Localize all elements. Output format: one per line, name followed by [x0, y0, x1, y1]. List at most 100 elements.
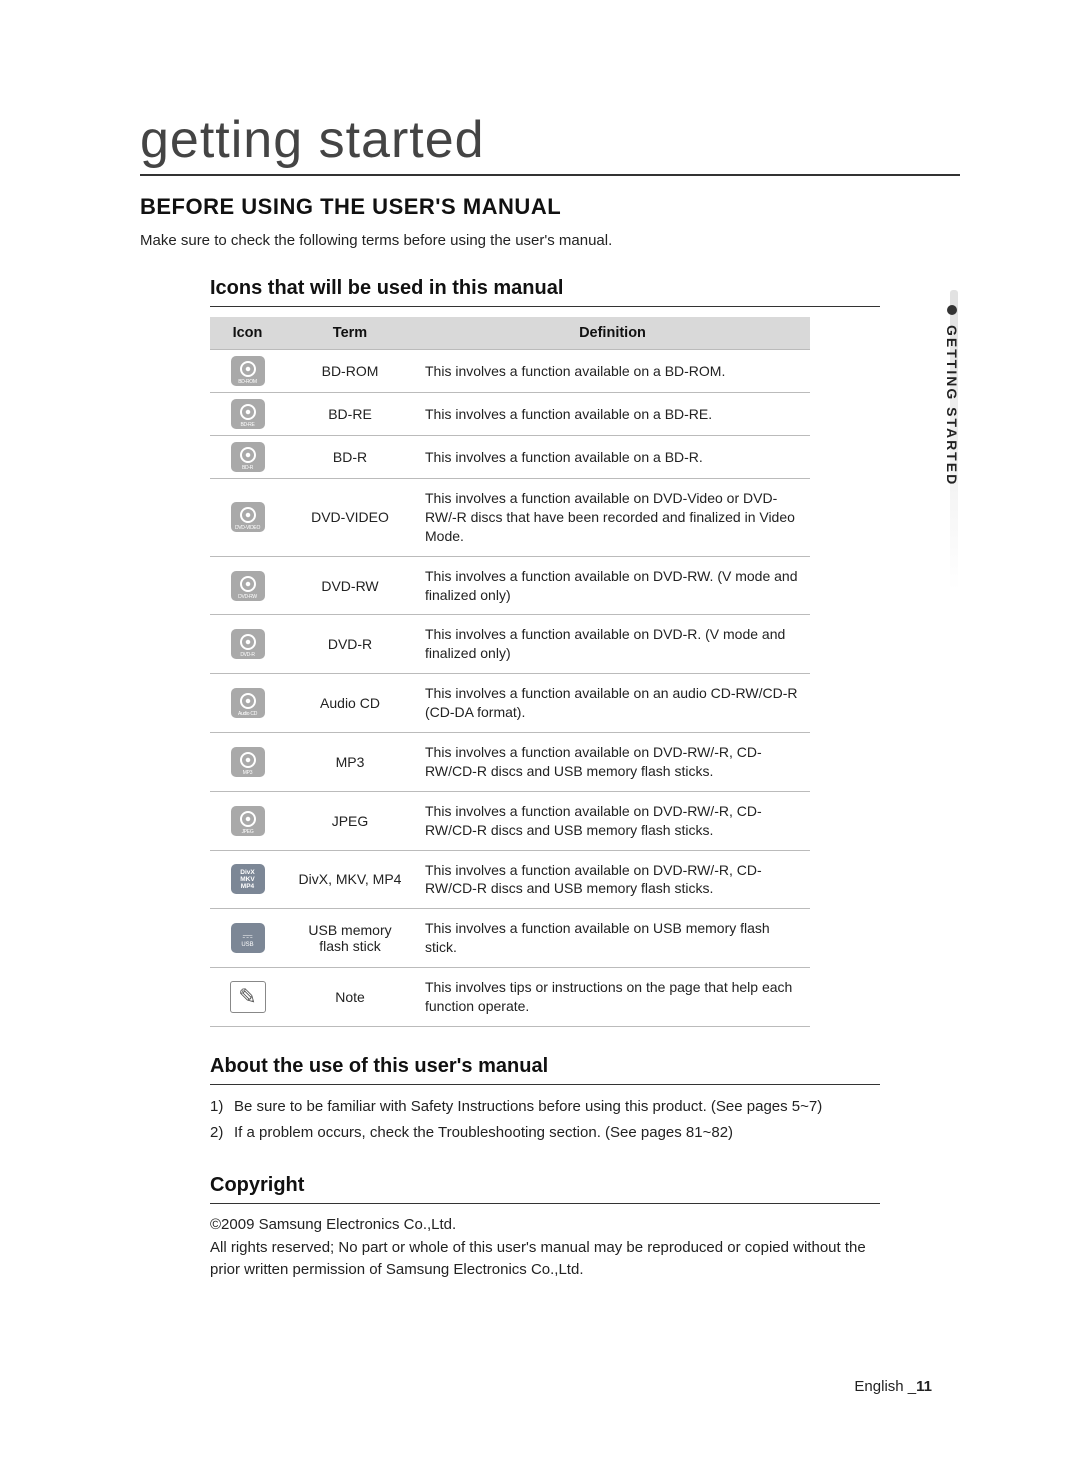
- definition-cell: This involves a function available on a …: [415, 350, 810, 393]
- list-item-text: If a problem occurs, check the Troublesh…: [234, 1124, 733, 1141]
- manual-page: getting started BEFORE USING THE USER'S …: [0, 0, 1080, 1477]
- copyright-subheading: Copyright: [210, 1174, 880, 1204]
- page-heading: BEFORE USING THE USER'S MANUAL: [140, 194, 960, 220]
- definition-cell: This involves tips or instructions on th…: [415, 968, 810, 1027]
- icon-cell: BD-R: [210, 436, 285, 479]
- definition-cell: This involves a function available on a …: [415, 393, 810, 436]
- disc-icon-label: MP3: [231, 771, 265, 776]
- disc-icon: BD-RE: [231, 399, 265, 429]
- table-row: DVD-RDVD-RThis involves a function avail…: [210, 615, 810, 674]
- term-cell: Audio CD: [285, 674, 415, 733]
- th-term: Term: [285, 317, 415, 350]
- term-cell: JPEG: [285, 791, 415, 850]
- definition-cell: This involves a function available on an…: [415, 674, 810, 733]
- definition-cell: This involves a function available on US…: [415, 909, 810, 968]
- term-cell: DVD-R: [285, 615, 415, 674]
- intro-text: Make sure to check the following terms b…: [140, 232, 960, 249]
- table-row: Audio CDAudio CDThis involves a function…: [210, 674, 810, 733]
- icon-cell: DivX MKV MP4: [210, 850, 285, 909]
- disc-icon-label: JPEG: [231, 830, 265, 835]
- icon-cell: DVD-VIDEO: [210, 479, 285, 557]
- definition-cell: This involves a function available on DV…: [415, 850, 810, 909]
- usb-icon: ⎓USB: [231, 923, 265, 953]
- term-cell: DVD-VIDEO: [285, 479, 415, 557]
- term-cell: BD-RE: [285, 393, 415, 436]
- definition-cell: This involves a function available on DV…: [415, 615, 810, 674]
- term-cell: BD-ROM: [285, 350, 415, 393]
- footer-language: English: [854, 1378, 903, 1395]
- disc-icon-label: BD-RE: [231, 423, 265, 428]
- table-row: JPEGJPEGThis involves a function availab…: [210, 791, 810, 850]
- definition-cell: This involves a function available on DV…: [415, 556, 810, 615]
- table-row: MP3MP3This involves a function available…: [210, 733, 810, 792]
- disc-icon: Audio CD: [231, 688, 265, 718]
- term-cell: Note: [285, 968, 415, 1027]
- disc-icon-label: DVD-R: [231, 653, 265, 658]
- table-row: DVD-RWDVD-RWThis involves a function ava…: [210, 556, 810, 615]
- icon-cell: ✎: [210, 968, 285, 1027]
- copyright-line: All rights reserved; No part or whole of…: [210, 1237, 880, 1282]
- icon-cell: DVD-RW: [210, 556, 285, 615]
- icon-cell: JPEG: [210, 791, 285, 850]
- about-list: 1)Be sure to be familiar with Safety Ins…: [210, 1095, 960, 1145]
- disc-icon-label: DVD-RW: [231, 595, 265, 600]
- side-tab-dot-icon: [947, 305, 957, 315]
- list-item-number: 1): [210, 1095, 234, 1118]
- icon-cell: BD-RE: [210, 393, 285, 436]
- th-icon: Icon: [210, 317, 285, 350]
- table-header-row: Icon Term Definition: [210, 317, 810, 350]
- section-title: getting started: [140, 110, 960, 176]
- list-item: 1)Be sure to be familiar with Safety Ins…: [210, 1095, 960, 1118]
- icon-cell: DVD-R: [210, 615, 285, 674]
- definition-cell: This involves a function available on DV…: [415, 733, 810, 792]
- copyright-text: ©2009 Samsung Electronics Co.,Ltd.All ri…: [210, 1214, 880, 1282]
- disc-icon: DVD-RW: [231, 571, 265, 601]
- about-subheading: About the use of this user's manual: [210, 1055, 880, 1085]
- usb-icon-label: USB: [241, 942, 253, 948]
- term-cell: MP3: [285, 733, 415, 792]
- table-row: BD-ROMBD-ROMThis involves a function ava…: [210, 350, 810, 393]
- list-item-text: Be sure to be familiar with Safety Instr…: [234, 1098, 822, 1115]
- icon-cell: MP3: [210, 733, 285, 792]
- format-chip-icon: DivX MKV MP4: [231, 864, 265, 894]
- term-cell: BD-R: [285, 436, 415, 479]
- side-tab: GETTING STARTED: [944, 305, 960, 486]
- side-tab-label: GETTING STARTED: [944, 325, 960, 486]
- footer-separator: _: [908, 1378, 916, 1395]
- definition-cell: This involves a function available on a …: [415, 436, 810, 479]
- list-item-number: 2): [210, 1121, 234, 1144]
- term-cell: USB memory flash stick: [285, 909, 415, 968]
- disc-icon-label: BD-R: [231, 466, 265, 471]
- icon-cell: Audio CD: [210, 674, 285, 733]
- table-row: DVD-VIDEODVD-VIDEOThis involves a functi…: [210, 479, 810, 557]
- icons-table: Icon Term Definition BD-ROMBD-ROMThis in…: [210, 317, 810, 1027]
- icon-cell: ⎓USB: [210, 909, 285, 968]
- definition-cell: This involves a function available on DV…: [415, 791, 810, 850]
- disc-icon-label: BD-ROM: [231, 380, 265, 385]
- usb-trident-icon: ⎓: [242, 929, 252, 942]
- list-item: 2)If a problem occurs, check the Trouble…: [210, 1121, 960, 1144]
- table-row: DivX MKV MP4 DivX, MKV, MP4This involves …: [210, 850, 810, 909]
- icons-subheading: Icons that will be used in this manual: [210, 277, 880, 307]
- term-cell: DivX, MKV, MP4: [285, 850, 415, 909]
- copyright-line: ©2009 Samsung Electronics Co.,Ltd.: [210, 1214, 880, 1237]
- icon-cell: BD-ROM: [210, 350, 285, 393]
- disc-icon: DVD-R: [231, 629, 265, 659]
- note-icon: ✎: [230, 981, 266, 1013]
- term-cell: DVD-RW: [285, 556, 415, 615]
- table-row: BD-RBD-RThis involves a function availab…: [210, 436, 810, 479]
- disc-icon: BD-R: [231, 442, 265, 472]
- table-row: ✎ NoteThis involves tips or instructions …: [210, 968, 810, 1027]
- definition-cell: This involves a function available on DV…: [415, 479, 810, 557]
- footer-page-number: 11: [916, 1378, 932, 1395]
- disc-icon: JPEG: [231, 806, 265, 836]
- page-footer: English _11: [854, 1378, 932, 1395]
- disc-icon: DVD-VIDEO: [231, 502, 265, 532]
- disc-icon: MP3: [231, 747, 265, 777]
- disc-icon: BD-ROM: [231, 356, 265, 386]
- table-row: BD-REBD-REThis involves a function avail…: [210, 393, 810, 436]
- th-definition: Definition: [415, 317, 810, 350]
- disc-icon-label: Audio CD: [231, 712, 265, 717]
- table-row: ⎓USB USB memory flash stickThis involves …: [210, 909, 810, 968]
- disc-icon-label: DVD-VIDEO: [231, 526, 265, 531]
